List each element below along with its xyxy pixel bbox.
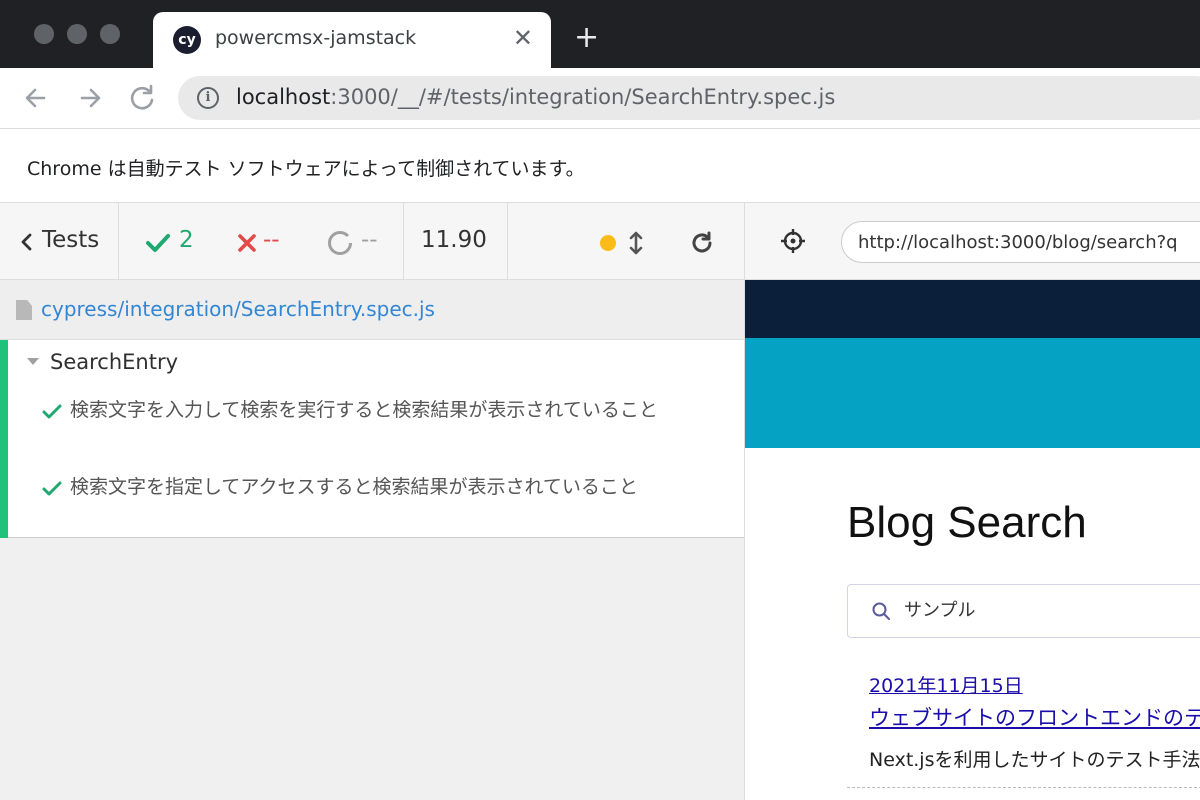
reload-icon[interactable] xyxy=(124,80,160,116)
new-tab-button[interactable]: + xyxy=(574,20,599,56)
rerun-icon[interactable] xyxy=(689,230,715,256)
page-heading: Blog Search xyxy=(847,498,1087,547)
result-excerpt: Next.jsを利用したサイトのテスト手法 xyxy=(869,749,1200,771)
cypress-favicon-icon: cy xyxy=(173,26,201,54)
passed-count: 2 xyxy=(179,227,194,253)
aut-iframe: Blog Search 2021年11月15日 ウェブサイトのフロントエンドのテ… xyxy=(744,280,1200,800)
reporter-stats: Tests 2 -- -- 11.90 xyxy=(0,203,744,280)
suite-status-bar xyxy=(0,340,8,538)
browser-toolbar: i localhost:3000/__/#/tests/integration/… xyxy=(0,68,1200,128)
window-close-dot[interactable] xyxy=(34,24,54,44)
suite-title[interactable]: SearchEntry xyxy=(50,350,178,374)
chevron-left-icon xyxy=(21,233,32,251)
test-counts: 2 -- -- xyxy=(119,203,404,280)
site-info-icon[interactable]: i xyxy=(197,87,219,109)
failed-x-icon xyxy=(238,234,256,252)
cypress-reporter: Tests 2 -- -- 11.90 cypress/integration/… xyxy=(0,203,744,800)
passed-check-icon xyxy=(146,234,170,252)
address-url: localhost:3000/__/#/tests/integration/Se… xyxy=(236,85,836,109)
result-divider xyxy=(847,787,1200,788)
test-pass-check-icon xyxy=(42,404,62,419)
address-bar[interactable]: i localhost:3000/__/#/tests/integration/… xyxy=(178,76,1200,120)
pending-count: -- xyxy=(361,227,378,253)
back-arrow-icon[interactable] xyxy=(18,80,54,116)
duration: 11.90 xyxy=(421,227,487,253)
blog-search-box[interactable] xyxy=(847,584,1200,638)
reporter-controls xyxy=(508,203,744,280)
site-hero-banner xyxy=(745,338,1200,448)
selector-playground-target-icon[interactable] xyxy=(781,229,805,253)
aut-header: http://localhost:3000/blog/search?q xyxy=(744,203,1200,280)
aut-url-text: http://localhost:3000/blog/search?q xyxy=(858,232,1178,253)
browser-tabbar: cy powercmsx-jamstack ✕ + xyxy=(0,0,1200,68)
site-navbar xyxy=(745,280,1200,338)
result-title-link[interactable]: ウェブサイトのフロントエンドのテ xyxy=(869,702,1200,732)
test-title[interactable]: 検索文字を指定してアクセスすると検索結果が表示されていること xyxy=(70,473,680,502)
result-date-link[interactable]: 2021年11月15日 xyxy=(869,671,1023,698)
spec-file-link[interactable]: cypress/integration/SearchEntry.spec.js xyxy=(41,297,435,321)
caret-down-icon[interactable] xyxy=(27,358,39,365)
running-dot-icon xyxy=(600,235,616,251)
search-input[interactable] xyxy=(904,598,1200,619)
spec-file-header: cypress/integration/SearchEntry.spec.js xyxy=(0,280,744,340)
window-maximize-dot[interactable] xyxy=(100,24,120,44)
tab-title: powercmsx-jamstack xyxy=(215,27,417,49)
test-suite: SearchEntry 検索文字を入力して検索を実行すると検索結果が表示されてい… xyxy=(0,340,744,538)
file-icon xyxy=(16,300,32,320)
browser-tab[interactable]: cy powercmsx-jamstack ✕ xyxy=(153,12,551,68)
tests-label: Tests xyxy=(42,227,100,253)
test-title[interactable]: 検索文字を入力して検索を実行すると検索結果が表示されていること xyxy=(70,396,680,425)
auto-scroll-icon[interactable] xyxy=(628,230,644,256)
duration-cell: 11.90 xyxy=(404,203,508,280)
automation-infobar: Chrome は自動テスト ソフトウェアによって制御されています。 xyxy=(0,128,1200,203)
pending-circle-icon xyxy=(328,231,352,255)
test-pass-check-icon xyxy=(42,481,62,496)
infobar-message: Chrome は自動テスト ソフトウェアによって制御されています。 xyxy=(27,158,585,180)
tests-nav-button[interactable]: Tests xyxy=(0,203,119,280)
tab-close-icon[interactable]: ✕ xyxy=(513,24,533,52)
forward-arrow-icon[interactable] xyxy=(72,80,108,116)
failed-count: -- xyxy=(263,227,280,253)
aut-url-bar[interactable]: http://localhost:3000/blog/search?q xyxy=(841,221,1200,263)
window-minimize-dot[interactable] xyxy=(67,24,87,44)
search-icon xyxy=(872,602,890,620)
